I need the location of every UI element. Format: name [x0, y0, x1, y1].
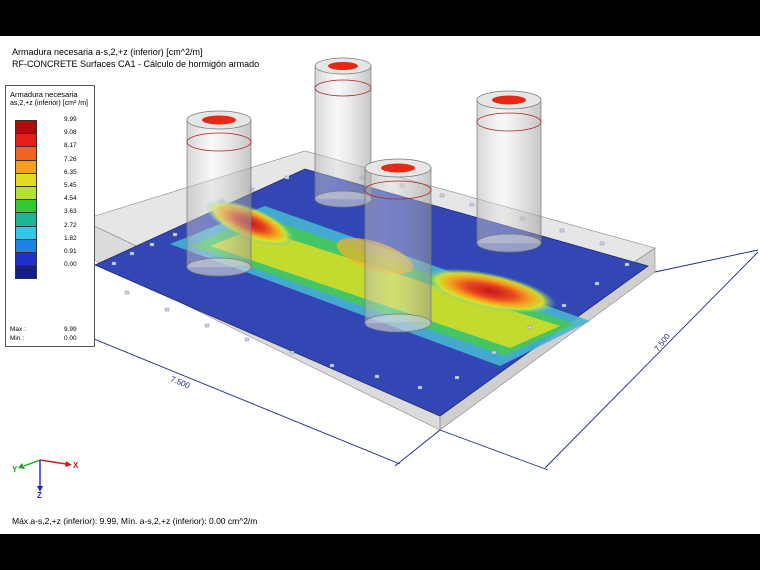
legend-swatch: [15, 225, 37, 240]
legend-swatch: [15, 159, 37, 174]
legend-swatch: [15, 251, 37, 267]
axis-z-label: Z: [37, 491, 42, 500]
legend-swatch: [15, 172, 37, 187]
legend-value-label: 3.63: [64, 208, 77, 216]
color-legend-panel[interactable]: Armadura necesaria as,2,+z (inferior) [c…: [5, 85, 95, 347]
legend-value-label: 8.17: [64, 142, 77, 150]
legend-swatch: [15, 199, 37, 214]
app-frame: 7.500 7.500 X Y Z Armadura necesaria a-s…: [0, 0, 760, 570]
dimension-front-label: 7.500: [169, 375, 191, 391]
axis-triad: [18, 459, 72, 492]
legend-value-label: 9.99: [64, 116, 77, 123]
legend-swatch: [15, 265, 37, 280]
axis-x-label: X: [73, 461, 79, 470]
legend-value-label: 2.72: [64, 221, 77, 229]
axis-y-label: Y: [12, 465, 18, 474]
legend-min-label: Min :: [10, 335, 25, 342]
3d-scene[interactable]: 7.500 7.500 X Y Z: [0, 36, 760, 534]
legend-title: Armadura necesaria: [10, 90, 78, 99]
legend-value-label: 6.35: [64, 168, 77, 176]
legend-value-label: 9.08: [64, 129, 77, 137]
column-front-left: [186, 110, 252, 277]
column-back-center: [314, 57, 372, 208]
legend-swatches: [15, 120, 39, 280]
legend-swatch: [15, 212, 37, 227]
legend-swatch: [15, 133, 37, 148]
legend-value-label: 0.91: [64, 248, 77, 255]
legend-swatch: [15, 120, 37, 135]
legend-swatch: [15, 238, 37, 253]
result-title: Armadura necesaria a-s,2,+z (inferior) […: [12, 46, 259, 70]
legend-value-label: 4.54: [64, 195, 77, 203]
column-front-center: [364, 158, 432, 333]
column-back-right: [476, 90, 542, 253]
legend-max-label: Max :: [10, 326, 26, 333]
legend-max-value: 9.99: [64, 326, 77, 333]
legend-value-label: 5.45: [64, 182, 77, 189]
result-title-line2: RF-CONCRETE Surfaces CA1 - Cálculo de ho…: [12, 59, 260, 69]
status-bar-text: Máx.a-s,2,+z (inferior): 9.99, Mín. a-s,…: [12, 516, 258, 526]
legend-swatch: [15, 146, 37, 161]
legend-swatch: [15, 185, 37, 201]
legend-min-value: 0.00: [64, 335, 77, 342]
legend-value-label: 0.00: [64, 261, 77, 269]
legend-value-label: 7.26: [64, 155, 77, 163]
result-title-line1: Armadura necesaria a-s,2,+z (inferior) […: [12, 47, 203, 57]
model-viewport[interactable]: 7.500 7.500 X Y Z Armadura necesaria a-s…: [0, 36, 760, 534]
legend-subtitle: as,2,+z (inferior) [cm² /m]: [10, 100, 88, 107]
legend-value-label: 1.82: [64, 234, 77, 242]
